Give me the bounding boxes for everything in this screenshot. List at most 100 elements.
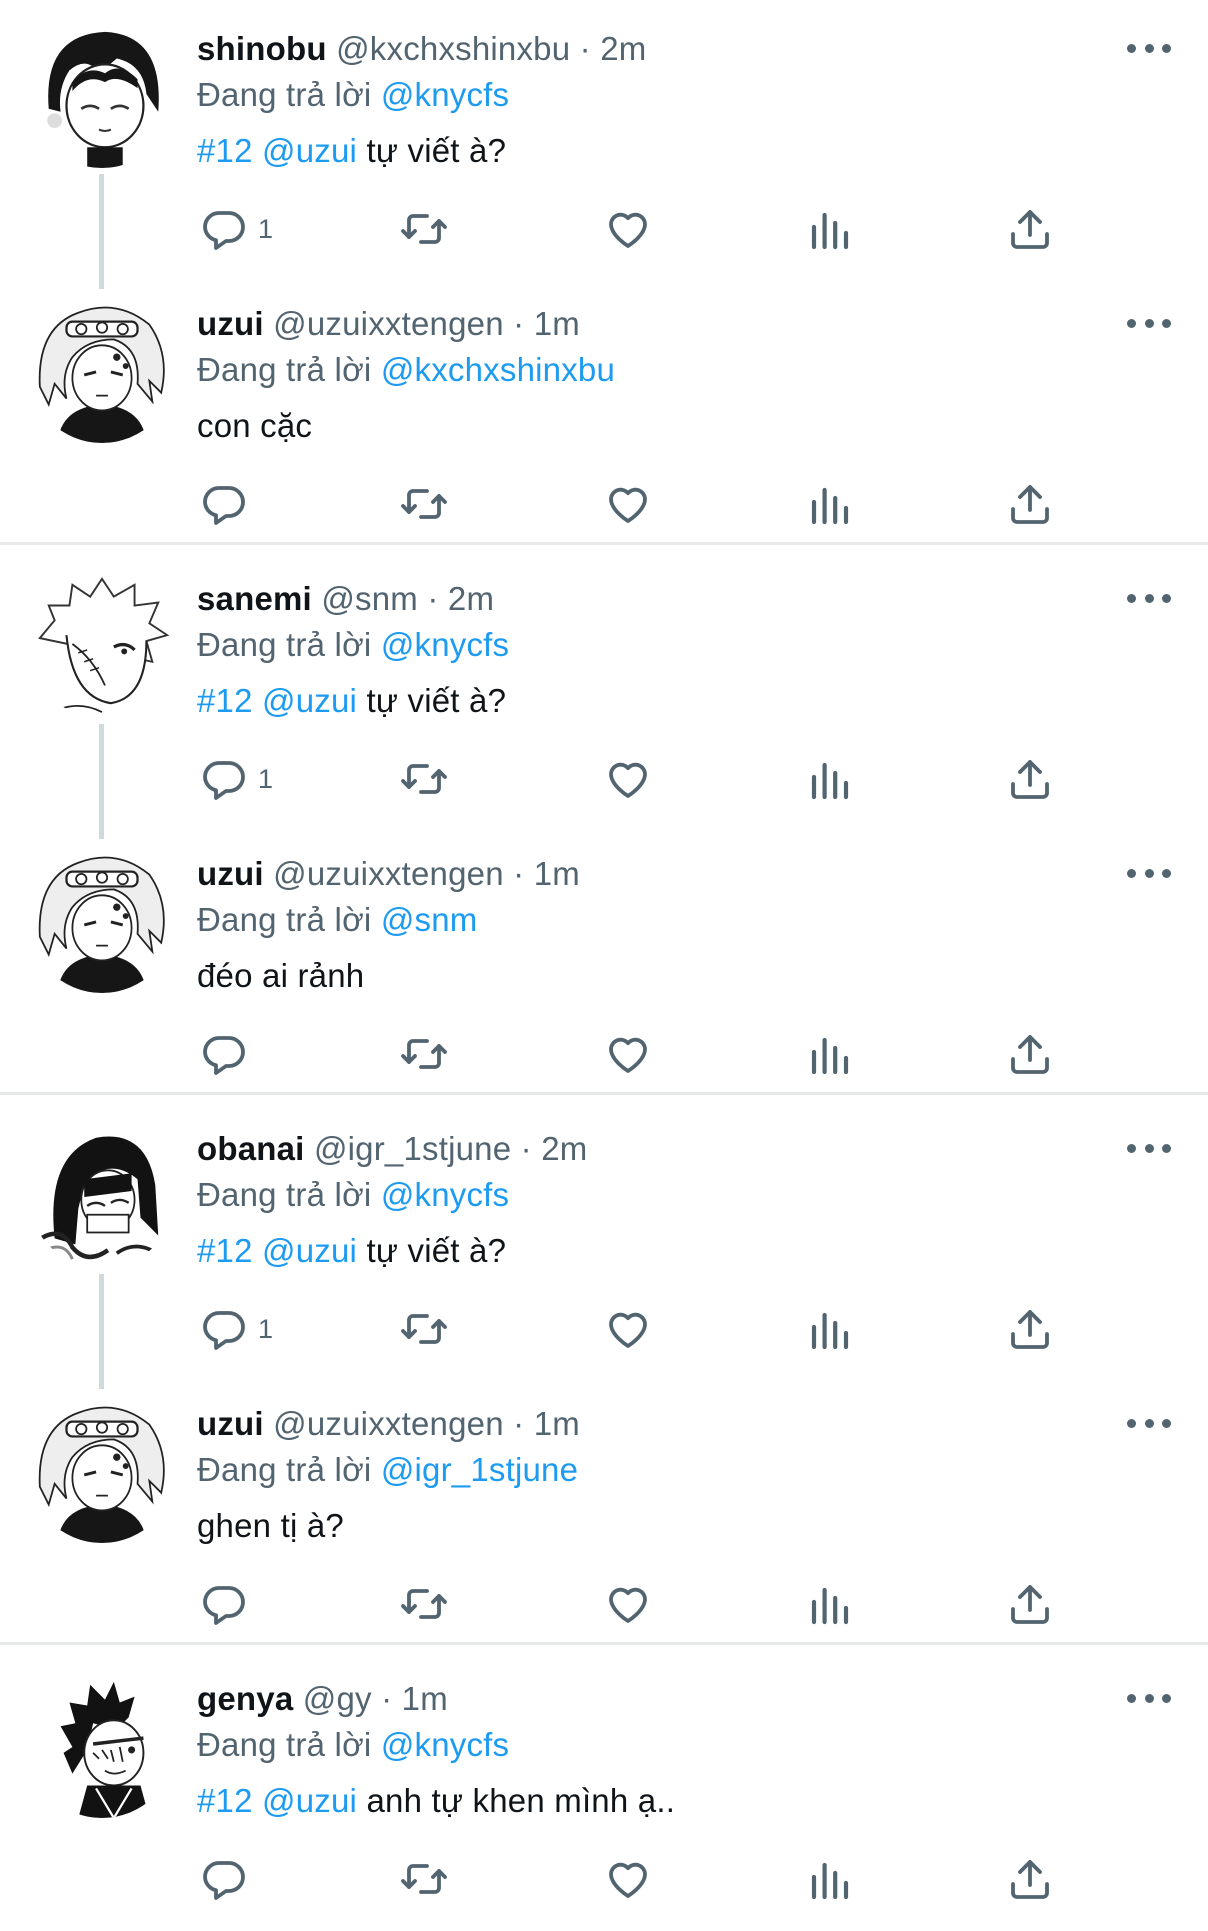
replying-to-mention[interactable]: @knycfs	[381, 1726, 509, 1763]
share-icon	[1006, 205, 1054, 253]
views-button[interactable]	[806, 751, 854, 807]
retweet-button[interactable]	[400, 1301, 448, 1357]
share-button[interactable]	[1006, 1851, 1054, 1907]
reply-icon	[200, 205, 248, 253]
tweet-header: genya @gy · 1m	[197, 1678, 448, 1720]
hashtag-link[interactable]: #12	[197, 1782, 253, 1819]
tweet[interactable]: uzui @uzuixxtengen · 1m Đang trả lời @snm…	[0, 831, 1208, 1106]
author-name[interactable]: obanai	[197, 1130, 305, 1167]
retweet-button[interactable]	[400, 1851, 448, 1907]
tweet[interactable]: shinobu @kxchxshinxbu · 2m Đang trả lời @…	[0, 6, 1208, 281]
more-icon[interactable]	[1127, 586, 1171, 610]
views-icon	[806, 1030, 854, 1078]
sanemi-avatar[interactable]	[28, 570, 176, 718]
author-handle[interactable]: @igr_1stjune	[314, 1130, 511, 1167]
tweet[interactable]: genya @gy · 1m Đang trả lời @knycfs #12 @u…	[0, 1656, 1208, 1931]
replying-to-mention[interactable]: @kxchxshinxbu	[381, 351, 615, 388]
author-handle[interactable]: @uzuixxtengen	[273, 855, 504, 892]
tweet-timestamp[interactable]: 2m	[448, 580, 494, 617]
genya-avatar[interactable]	[28, 1670, 176, 1818]
reply-count: 1	[258, 1313, 274, 1344]
share-button[interactable]	[1006, 1576, 1054, 1632]
like-button[interactable]	[604, 476, 652, 532]
views-icon	[806, 1580, 854, 1628]
tweet-timestamp[interactable]: 1m	[534, 1405, 580, 1442]
author-handle[interactable]: @gy	[303, 1680, 372, 1717]
like-button[interactable]	[604, 1851, 652, 1907]
shinobu-avatar[interactable]	[28, 20, 176, 168]
share-button[interactable]	[1006, 1301, 1054, 1357]
retweet-button[interactable]	[400, 751, 448, 807]
tweet-timestamp[interactable]: 2m	[600, 30, 646, 67]
tweet[interactable]: sanemi @snm · 2m Đang trả lời @knycfs #12 …	[0, 556, 1208, 831]
views-button[interactable]	[806, 1851, 854, 1907]
tweet-timestamp[interactable]: 1m	[534, 855, 580, 892]
like-button[interactable]	[604, 1026, 652, 1082]
more-icon[interactable]	[1127, 1686, 1171, 1710]
replying-to-mention[interactable]: @knycfs	[381, 1176, 509, 1213]
share-button[interactable]	[1006, 476, 1054, 532]
uzui-avatar[interactable]	[28, 845, 176, 993]
share-button[interactable]	[1006, 1026, 1054, 1082]
views-button[interactable]	[806, 1576, 854, 1632]
replying-to-mention[interactable]: @snm	[381, 901, 478, 938]
hashtag-link[interactable]: #12	[197, 682, 253, 719]
author-name[interactable]: genya	[197, 1680, 293, 1717]
views-button[interactable]	[806, 476, 854, 532]
reply-button[interactable]: 1	[200, 1301, 273, 1357]
more-icon[interactable]	[1127, 311, 1171, 335]
author-name[interactable]: sanemi	[197, 580, 312, 617]
obanai-avatar[interactable]	[28, 1120, 176, 1268]
author-handle[interactable]: @snm	[321, 580, 418, 617]
share-icon	[1006, 1305, 1054, 1353]
retweet-button[interactable]	[400, 476, 448, 532]
author-handle[interactable]: @kxchxshinxbu	[336, 30, 570, 67]
tweet[interactable]: obanai @igr_1stjune · 2m Đang trả lời @kn…	[0, 1106, 1208, 1381]
hashtag-link[interactable]: #12	[197, 132, 253, 169]
reply-icon	[200, 1305, 248, 1353]
views-button[interactable]	[806, 1301, 854, 1357]
author-name[interactable]: shinobu	[197, 30, 327, 67]
mention-link[interactable]: @uzui	[262, 682, 357, 719]
like-button[interactable]	[604, 201, 652, 257]
reply-button[interactable]	[200, 476, 248, 532]
views-button[interactable]	[806, 201, 854, 257]
retweet-button[interactable]	[400, 201, 448, 257]
author-name[interactable]: uzui	[197, 305, 264, 342]
reply-button[interactable]	[200, 1851, 248, 1907]
like-button[interactable]	[604, 751, 652, 807]
mention-link[interactable]: @uzui	[262, 132, 357, 169]
more-icon[interactable]	[1127, 1411, 1171, 1435]
more-icon[interactable]	[1127, 861, 1171, 885]
reply-button[interactable]	[200, 1576, 248, 1632]
author-handle[interactable]: @uzuixxtengen	[273, 1405, 504, 1442]
reply-button[interactable]: 1	[200, 751, 273, 807]
replying-to-mention[interactable]: @igr_1stjune	[381, 1451, 578, 1488]
mention-link[interactable]: @uzui	[262, 1232, 357, 1269]
share-button[interactable]	[1006, 201, 1054, 257]
uzui-avatar[interactable]	[28, 1395, 176, 1543]
retweet-button[interactable]	[400, 1576, 448, 1632]
tweet-timestamp[interactable]: 1m	[402, 1680, 448, 1717]
like-button[interactable]	[604, 1301, 652, 1357]
replying-to-mention[interactable]: @knycfs	[381, 76, 509, 113]
author-handle[interactable]: @uzuixxtengen	[273, 305, 504, 342]
more-icon[interactable]	[1127, 36, 1171, 60]
share-button[interactable]	[1006, 751, 1054, 807]
tweet[interactable]: uzui @uzuixxtengen · 1m Đang trả lời @igr…	[0, 1381, 1208, 1656]
tweet[interactable]: uzui @uzuixxtengen · 1m Đang trả lời @kxc…	[0, 281, 1208, 556]
mention-link[interactable]: @uzui	[262, 1782, 357, 1819]
more-icon[interactable]	[1127, 1136, 1171, 1160]
hashtag-link[interactable]: #12	[197, 1232, 253, 1269]
tweet-timestamp[interactable]: 2m	[541, 1130, 587, 1167]
author-name[interactable]: uzui	[197, 855, 264, 892]
reply-button[interactable]	[200, 1026, 248, 1082]
author-name[interactable]: uzui	[197, 1405, 264, 1442]
retweet-button[interactable]	[400, 1026, 448, 1082]
replying-to-mention[interactable]: @knycfs	[381, 626, 509, 663]
like-button[interactable]	[604, 1576, 652, 1632]
reply-button[interactable]: 1	[200, 201, 273, 257]
tweet-timestamp[interactable]: 1m	[534, 305, 580, 342]
views-button[interactable]	[806, 1026, 854, 1082]
uzui-avatar[interactable]	[28, 295, 176, 443]
